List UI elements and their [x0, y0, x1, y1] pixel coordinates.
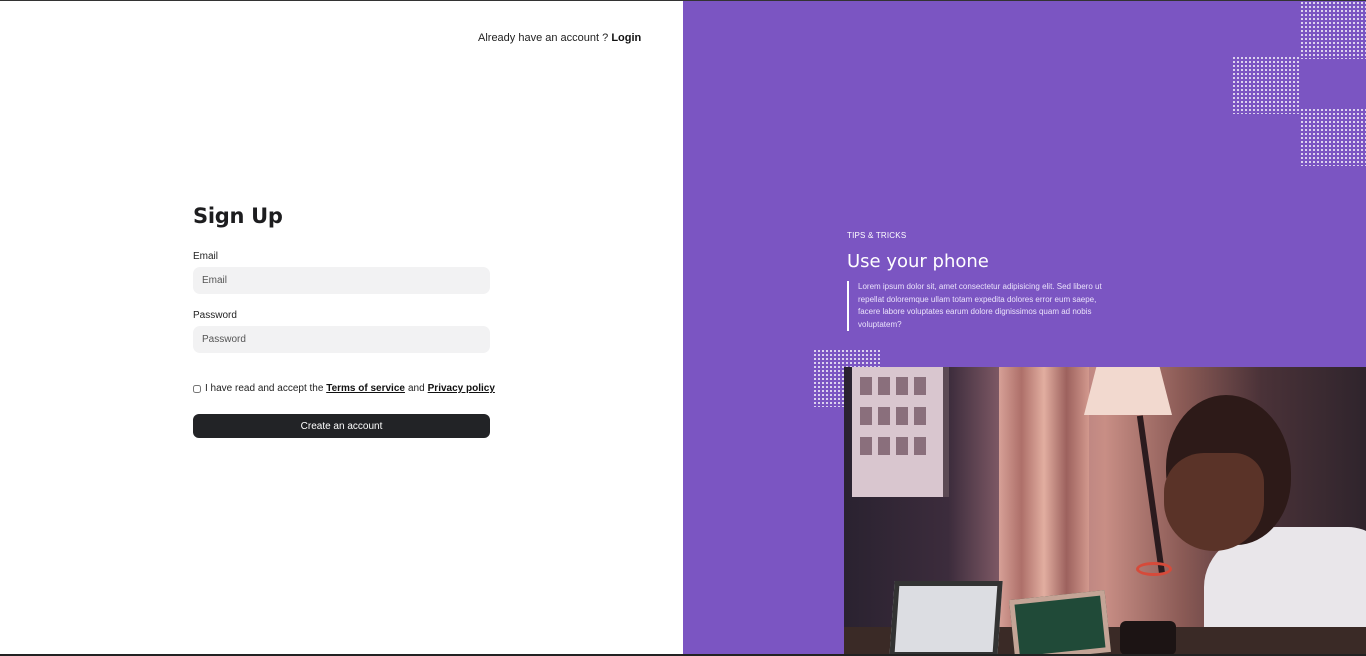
window-pane: [860, 407, 872, 425]
window-pane: [860, 437, 872, 455]
window-pane: [914, 407, 926, 425]
signup-form: Sign Up Email Password I have read and a…: [193, 204, 495, 438]
login-prompt-text: Already have an account ?: [478, 32, 609, 44]
promo-quote: Lorem ipsum dolor sit, amet consectetur …: [847, 281, 1115, 331]
terms-and-text: and: [407, 383, 425, 394]
dot-pattern-decoration: [1300, 108, 1366, 166]
photo-lamp-neck: [1136, 415, 1166, 575]
window-pane: [878, 437, 890, 455]
create-account-button[interactable]: Create an account: [193, 414, 490, 438]
window-pane: [878, 407, 890, 425]
window-pane: [914, 437, 926, 455]
privacy-policy-link[interactable]: Privacy policy: [428, 383, 495, 394]
photo-laptop: [889, 581, 1003, 654]
password-input[interactable]: [193, 326, 490, 353]
window-pane: [896, 437, 908, 455]
terms-of-service-link[interactable]: Terms of service: [326, 383, 405, 394]
login-prompt: Already have an account ? Login: [478, 32, 641, 44]
window-pane: [896, 407, 908, 425]
promo-title: Use your phone: [847, 251, 989, 272]
photo-person-face: [1164, 453, 1264, 551]
promo-photo: [844, 367, 1366, 654]
email-label: Email: [193, 251, 219, 262]
window-pane: [914, 377, 926, 395]
window-pane: [860, 377, 872, 395]
window-pane: [896, 377, 908, 395]
page-title: Sign Up: [193, 204, 283, 228]
photo-tablet: [1009, 590, 1111, 654]
terms-checkbox[interactable]: [193, 384, 201, 393]
dot-pattern-decoration: [1232, 56, 1300, 114]
window-pane: [878, 377, 890, 395]
terms-prefix-text: I have read and accept the: [205, 383, 324, 394]
photo-lamp: [1084, 367, 1172, 415]
photo-camera: [1120, 621, 1176, 654]
promo-panel: TIPS & TRICKS Use your phone Lorem ipsum…: [683, 1, 1366, 654]
dot-pattern-decoration: [1300, 1, 1366, 59]
terms-agreement: I have read and accept the Terms of serv…: [193, 383, 495, 394]
photo-lamp-base: [1136, 562, 1172, 576]
email-input[interactable]: [193, 267, 490, 294]
password-label: Password: [193, 310, 237, 321]
login-link[interactable]: Login: [611, 32, 641, 44]
signup-panel: Already have an account ? Login Sign Up …: [0, 1, 683, 654]
promo-tag: TIPS & TRICKS: [847, 231, 907, 240]
